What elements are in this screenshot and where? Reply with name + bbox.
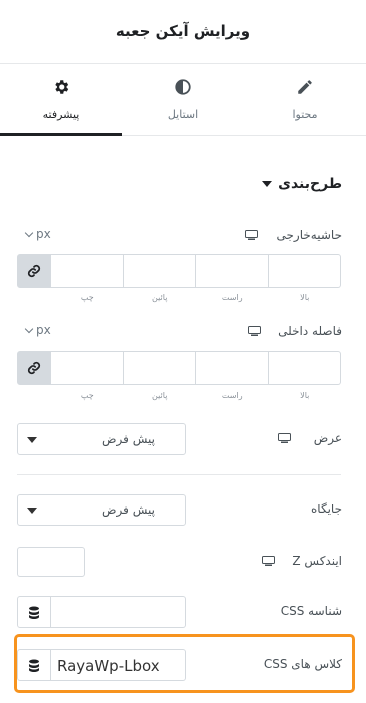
gear-icon bbox=[0, 78, 122, 98]
side-label-right: راست bbox=[221, 293, 243, 302]
link-values-icon[interactable] bbox=[17, 351, 51, 385]
padding-side-labels: چپ پائین راست بالا bbox=[51, 391, 341, 400]
margin-bottom-input[interactable] bbox=[123, 254, 196, 288]
side-label-left: چپ bbox=[80, 293, 94, 302]
margin-unit: px bbox=[36, 227, 51, 241]
panel-header: ویرایش آیکن جعبه bbox=[0, 0, 366, 64]
css-id-label: شناسه CSS bbox=[280, 604, 342, 618]
side-label-top: بالا bbox=[300, 391, 310, 400]
padding-bottom-input[interactable] bbox=[123, 351, 196, 385]
side-label-top: بالا bbox=[300, 293, 310, 302]
side-label-left: چپ bbox=[80, 391, 94, 400]
margin-top-input[interactable] bbox=[268, 254, 341, 288]
padding-top-input[interactable] bbox=[268, 351, 341, 385]
tab-content[interactable]: محتوا bbox=[244, 64, 366, 136]
width-label: عرض bbox=[313, 431, 342, 445]
divider bbox=[17, 474, 341, 475]
tab-style[interactable]: استایل bbox=[122, 64, 244, 136]
margin-label: حاشیه‌خارجی bbox=[276, 228, 342, 242]
margin-left-input[interactable] bbox=[51, 254, 124, 288]
caret-down-icon bbox=[27, 437, 37, 443]
side-label-right: راست bbox=[221, 391, 243, 400]
caret-down-icon bbox=[262, 181, 273, 187]
margin-inputs bbox=[17, 254, 341, 288]
margin-side-labels: چپ پائین راست بالا bbox=[51, 293, 341, 302]
caret-down-icon bbox=[27, 508, 37, 514]
zindex-label: ایندکس Z bbox=[292, 554, 342, 568]
dynamic-tags-icon[interactable] bbox=[17, 596, 51, 628]
desktop-icon[interactable] bbox=[245, 230, 258, 240]
desktop-icon[interactable] bbox=[248, 326, 261, 336]
padding-unit-select[interactable]: px bbox=[24, 323, 51, 337]
css-id-field bbox=[17, 596, 186, 628]
zindex-input[interactable] bbox=[17, 547, 85, 577]
tab-bar: پیشرفته استایل محتوا bbox=[0, 64, 366, 136]
desktop-icon[interactable] bbox=[262, 556, 275, 566]
desktop-icon[interactable] bbox=[278, 433, 291, 443]
link-values-icon[interactable] bbox=[17, 254, 51, 288]
margin-right-input[interactable] bbox=[196, 254, 269, 288]
highlight-box bbox=[14, 634, 355, 693]
chevron-down-icon bbox=[24, 228, 34, 237]
width-select[interactable]: پیش فرض bbox=[17, 423, 186, 455]
padding-right-input[interactable] bbox=[196, 351, 269, 385]
width-select-value: پیش فرض bbox=[102, 432, 155, 446]
padding-inputs bbox=[17, 351, 341, 385]
tab-style-label: استایل bbox=[167, 108, 199, 121]
css-id-input[interactable] bbox=[51, 596, 186, 628]
pencil-icon bbox=[244, 78, 366, 98]
contrast-icon bbox=[122, 78, 244, 98]
chevron-down-icon bbox=[24, 324, 34, 333]
tab-advanced-label: پیشرفته bbox=[42, 108, 80, 121]
layout-section-toggle[interactable]: طرح‌بندی bbox=[262, 176, 342, 192]
tab-content-label: محتوا bbox=[292, 108, 318, 121]
tab-advanced[interactable]: پیشرفته bbox=[0, 64, 122, 136]
panel-title: ویرایش آیکن جعبه bbox=[115, 22, 251, 40]
layout-section-title: طرح‌بندی bbox=[278, 176, 342, 192]
margin-unit-select[interactable]: px bbox=[24, 227, 51, 241]
padding-label: فاصله داخلی bbox=[278, 324, 342, 338]
position-label: جایگاه bbox=[311, 502, 342, 516]
position-select-value: پیش فرض bbox=[102, 503, 155, 517]
position-select[interactable]: پیش فرض bbox=[17, 494, 186, 526]
padding-left-input[interactable] bbox=[51, 351, 124, 385]
padding-unit: px bbox=[36, 323, 51, 337]
side-label-bottom: پائین bbox=[152, 391, 168, 400]
side-label-bottom: پائین bbox=[152, 293, 168, 302]
